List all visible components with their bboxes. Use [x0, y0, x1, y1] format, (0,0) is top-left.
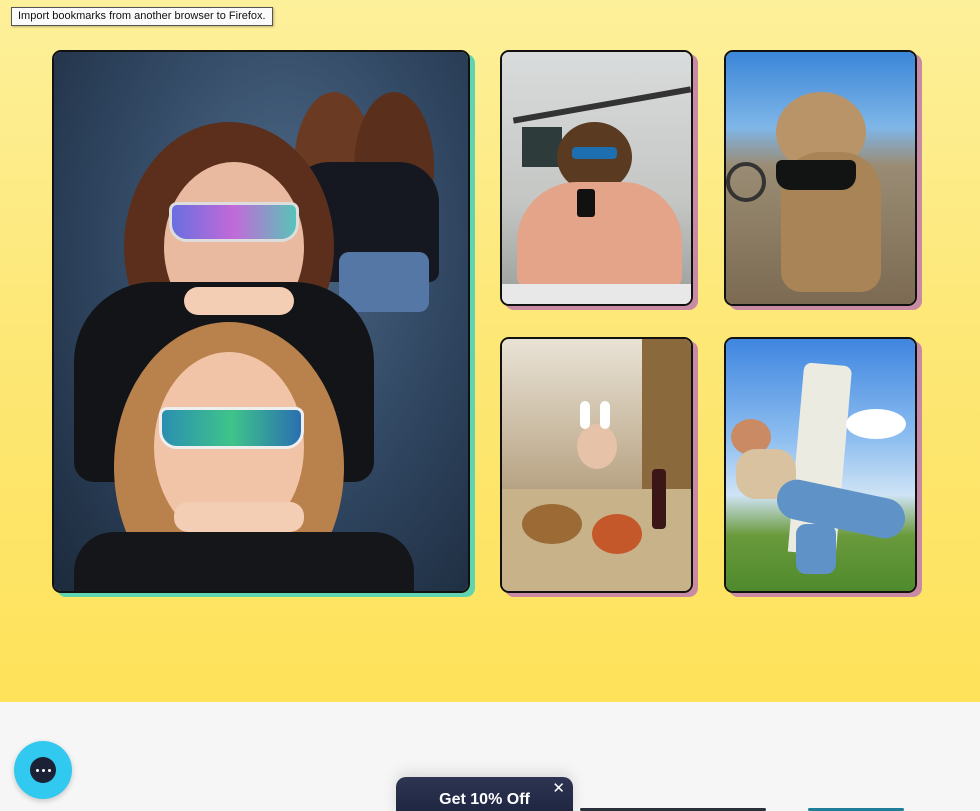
- chat-button[interactable]: [14, 741, 72, 799]
- photo-dog-sunglasses: [726, 52, 915, 304]
- browser-tooltip: Import bookmarks from another browser to…: [11, 7, 273, 26]
- photo-card-sword[interactable]: [500, 50, 693, 306]
- close-icon[interactable]: ✕: [552, 781, 565, 796]
- photo-bunny-feast: [502, 339, 691, 591]
- photo-leaning-tower: [726, 339, 915, 591]
- chat-bubble-icon: [30, 757, 56, 783]
- photo-sunglasses-duo: [54, 52, 468, 591]
- photo-card-pisa[interactable]: [724, 337, 917, 593]
- photo-card-dog[interactable]: [724, 50, 917, 306]
- photo-card-feast[interactable]: [500, 337, 693, 593]
- discount-promo-tab[interactable]: Get 10% Off ✕: [396, 777, 573, 811]
- promo-label: Get 10% Off: [439, 791, 530, 808]
- photo-card-main[interactable]: [52, 50, 470, 593]
- photo-sword-selfie: [502, 52, 691, 304]
